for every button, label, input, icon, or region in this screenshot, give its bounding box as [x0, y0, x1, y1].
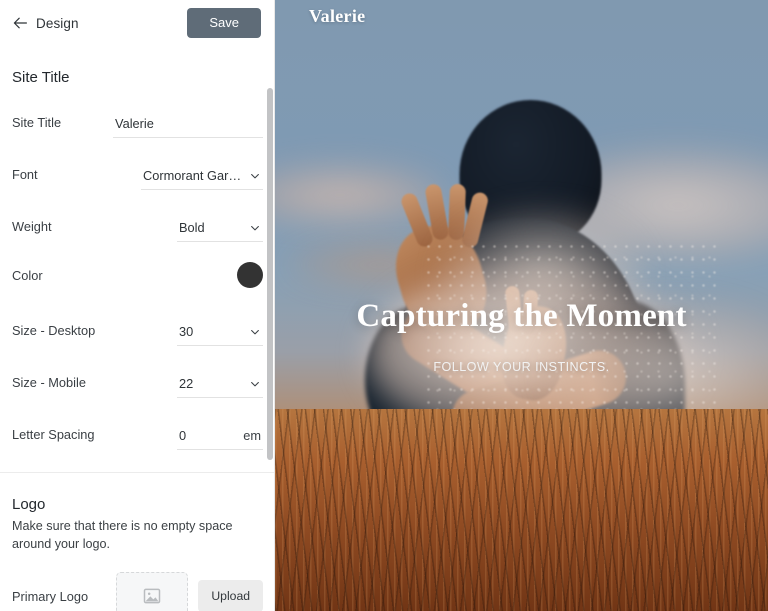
settings-scroll-region: Design Save Site Title Site Title Valeri… [0, 0, 275, 611]
site-title-section: Site Title Site Title Valerie Font Cormo… [0, 69, 275, 450]
primary-logo-dropzone[interactable] [116, 571, 189, 611]
field-label-size-desktop: Size - Desktop [12, 323, 96, 338]
field-row-font: Font Cormorant Gara... [12, 152, 263, 190]
back-label: Design [36, 15, 79, 31]
arrow-left-icon [13, 17, 27, 29]
site-title-input[interactable]: Valerie [113, 116, 263, 138]
field-row-site-title: Site Title Valerie [12, 100, 263, 138]
site-title-heading: Site Title [12, 69, 70, 86]
field-label-size-mobile: Size - Mobile [12, 375, 86, 390]
settings-panel: Design Save Site Title Site Title Valeri… [0, 0, 275, 611]
logo-description: Make sure that there is no empty space a… [12, 519, 233, 552]
field-label-site-title: Site Title [12, 115, 62, 130]
field-label-color: Color [12, 267, 43, 283]
chevron-down-icon [251, 225, 259, 230]
letter-spacing-value: 0 [179, 428, 187, 443]
hero-subtitle[interactable]: FOLLOW YOUR INSTINCTS. [275, 360, 768, 374]
image-placeholder-icon [144, 588, 161, 604]
panel-header: Design Save [0, 0, 275, 46]
field-row-size-mobile: Size - Mobile 22 [12, 360, 263, 398]
field-label-letter-spacing: Letter Spacing [12, 427, 95, 442]
weight-select-value: Bold [179, 220, 205, 235]
primary-logo-upload-button[interactable]: Upload [198, 580, 263, 611]
site-preview[interactable]: Valerie Capturing the Moment FOLLOW YOUR… [275, 0, 768, 611]
logo-section: Logo Make sure that there is no empty sp… [0, 496, 275, 611]
save-button[interactable]: Save [187, 7, 261, 39]
section-divider [0, 472, 275, 473]
design-editor: Design Save Site Title Site Title Valeri… [0, 0, 768, 611]
preview-site-title[interactable]: Valerie [309, 6, 365, 27]
font-select[interactable]: Cormorant Gara... [141, 168, 263, 190]
title-color-swatch[interactable] [237, 262, 263, 288]
panel-scrollbar-thumb[interactable] [267, 88, 273, 460]
chevron-down-icon [251, 381, 259, 386]
chevron-down-icon [251, 329, 259, 334]
weight-select[interactable]: Bold [177, 220, 263, 242]
field-label-font: Font [12, 167, 38, 182]
hero-text-block: Capturing the Moment FOLLOW YOUR INSTINC… [275, 298, 768, 374]
field-label-weight: Weight [12, 219, 52, 234]
letter-spacing-unit: em [243, 428, 261, 443]
hero-title[interactable]: Capturing the Moment [275, 298, 768, 336]
field-label-primary-logo: Primary Logo [12, 588, 89, 604]
chevron-down-icon [251, 173, 259, 178]
field-row-size-desktop: Size - Desktop 30 [12, 308, 263, 346]
site-title-input-value: Valerie [115, 116, 154, 131]
size-mobile-select[interactable]: 22 [177, 376, 263, 398]
size-desktop-select[interactable]: 30 [177, 324, 263, 346]
field-row-weight: Weight Bold [12, 204, 263, 242]
grass-texture-layer [275, 409, 768, 611]
logo-heading: Logo [12, 496, 46, 513]
field-row-color: Color [12, 256, 263, 294]
field-row-letter-spacing: Letter Spacing 0 em [12, 412, 263, 450]
logo-row-primary: Primary Logo Upload [12, 571, 263, 611]
font-select-value: Cormorant Gara... [143, 168, 243, 183]
size-desktop-value: 30 [179, 324, 194, 339]
size-mobile-value: 22 [179, 376, 194, 391]
letter-spacing-input[interactable]: 0 em [177, 428, 263, 450]
back-to-design-button[interactable]: Design [12, 15, 79, 31]
